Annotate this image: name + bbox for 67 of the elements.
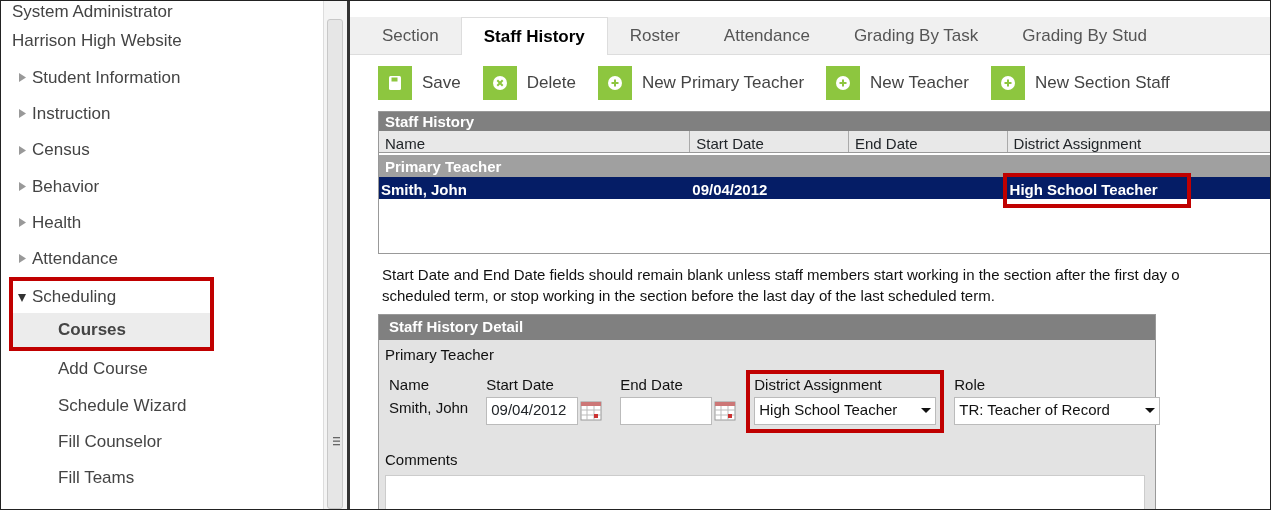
calendar-icon bbox=[580, 399, 603, 422]
sidebar-item[interactable]: Fill Counselor bbox=[1, 423, 323, 460]
date-field[interactable] bbox=[620, 396, 713, 425]
date-field[interactable]: 09/04/2012 bbox=[486, 396, 579, 425]
table-row[interactable]: Smith, John 09/04/2012 High School Teacher bbox=[379, 177, 1270, 199]
toolbar-button[interactable]: Delete bbox=[482, 63, 576, 103]
folder-label: Behavior bbox=[32, 175, 100, 198]
caret-icon bbox=[1145, 408, 1156, 413]
folder-label: Scheduling bbox=[32, 286, 117, 309]
column-header[interactable]: End Date bbox=[848, 131, 1008, 152]
field-label: Role bbox=[954, 375, 987, 395]
field-label: End Date bbox=[620, 375, 684, 395]
column-header[interactable]: Start Date bbox=[690, 131, 849, 152]
note-text: scheduled term, or stop working in the section before the last day of the last scheduled term. bbox=[382, 286, 996, 306]
field-label: Comments bbox=[384, 449, 459, 470]
sidebar-folder[interactable]: Student Information bbox=[1, 59, 323, 96]
section-label: Primary Teacher bbox=[384, 344, 495, 365]
tab[interactable]: Grading By Task bbox=[831, 17, 1001, 55]
tab[interactable]: Section bbox=[360, 17, 461, 55]
panel-title: Staff History Detail bbox=[379, 315, 1155, 340]
column-header[interactable]: Name bbox=[379, 131, 691, 152]
sidebar-folder[interactable]: Instruction bbox=[1, 95, 323, 132]
sidebar-folder[interactable]: Census bbox=[1, 131, 323, 169]
scrollbar-grip-icon[interactable] bbox=[333, 435, 340, 447]
field-label: Name bbox=[389, 375, 430, 395]
sidebar-item[interactable]: Add Course bbox=[1, 351, 323, 388]
folder-label: Instruction bbox=[32, 103, 111, 125]
caret-icon bbox=[921, 408, 932, 413]
toolbar-button[interactable]: New Section Staff bbox=[991, 63, 1170, 103]
toolbar-button[interactable]: Save bbox=[378, 63, 461, 103]
folder-label: Health bbox=[32, 211, 82, 234]
tab[interactable]: Grading By Stud bbox=[1000, 17, 1170, 55]
folder-label: Census bbox=[32, 139, 90, 162]
sidebar-folder[interactable]: Behavior bbox=[1, 168, 323, 205]
plus-circle-icon bbox=[835, 75, 852, 91]
sidebar-link[interactable]: Harrison High Website bbox=[1, 23, 323, 60]
sidebar-folder[interactable]: Scheduling bbox=[13, 281, 210, 314]
toolbar-button[interactable]: New Teacher bbox=[826, 63, 969, 103]
sidebar-folder[interactable]: Health bbox=[1, 204, 323, 241]
tab[interactable]: Staff History bbox=[460, 17, 608, 55]
column-header[interactable]: District Assignment bbox=[1007, 131, 1270, 152]
toolbar-button[interactable]: New Primary Teacher bbox=[597, 63, 805, 103]
dropdown[interactable]: High School Teacher bbox=[754, 396, 937, 425]
sidebar-folder[interactable]: Attendance bbox=[1, 240, 323, 278]
tab[interactable]: Roster bbox=[607, 17, 702, 55]
table-cell: High School Teacher bbox=[1009, 181, 1158, 198]
save-icon bbox=[387, 75, 403, 91]
group-header: Primary Teacher bbox=[379, 155, 1270, 177]
sidebar-item[interactable]: Schedule Wizard bbox=[1, 387, 323, 424]
field-label: District Assignment bbox=[754, 375, 883, 395]
close-circle-icon bbox=[491, 75, 508, 91]
field-label: Start Date bbox=[486, 375, 555, 395]
table-cell: Smith, John bbox=[381, 181, 467, 198]
table-cell: 09/04/2012 bbox=[692, 181, 768, 198]
tab[interactable]: Attendance bbox=[701, 17, 832, 55]
calendar-icon bbox=[714, 399, 737, 422]
sidebar-link[interactable]: System Administrator bbox=[1, 1, 323, 23]
note-text: Start Date and End Date fields should remain blank unless staff members start working in the section after the first day o bbox=[382, 265, 1181, 285]
sidebar-item[interactable]: Fill Teams bbox=[1, 459, 323, 497]
plus-circle-icon bbox=[1000, 75, 1016, 91]
sidebar-item[interactable]: Courses bbox=[13, 313, 210, 348]
name-value: Smith, John bbox=[389, 397, 469, 418]
folder-label: Student Information bbox=[32, 66, 181, 89]
plus-circle-icon bbox=[606, 75, 623, 91]
grid-title: Staff History bbox=[379, 112, 1270, 131]
folder-label: Attendance bbox=[32, 248, 118, 271]
dropdown[interactable]: TR: Teacher of Record bbox=[954, 396, 1161, 425]
